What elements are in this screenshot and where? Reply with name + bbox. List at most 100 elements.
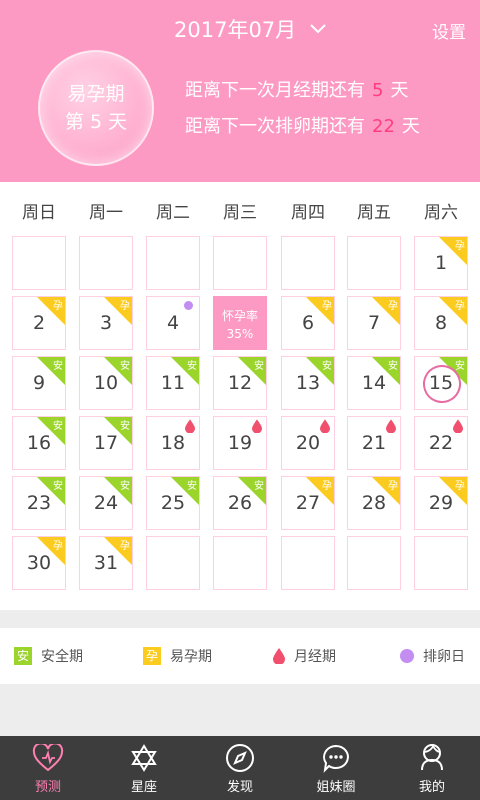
day-number: 19 [227,432,253,454]
next-period-days: 5 [372,80,384,101]
corner-mark-label: 安 [455,361,465,372]
day-cell[interactable]: 1孕 [414,236,468,290]
day-cell[interactable]: 29 孕 [414,476,468,530]
day-cell[interactable]: 7孕 [347,296,401,350]
corner-mark-label: 安 [53,361,63,372]
tab-label: 我的 [418,780,445,795]
corner-mark-label: 安 [120,361,130,372]
day-cell[interactable]: 23 安 [12,476,66,530]
weekday-label: 周四 [291,203,325,223]
tab-label: 预测 [34,780,61,795]
star-of-david-icon [131,744,157,772]
legend-fertile-label: 易孕期 [170,649,212,665]
legend-fertile-box: 孕 [143,647,161,665]
day-cell[interactable]: 31 孕 [79,536,133,590]
next-ovulation-days: 22 [372,116,395,137]
day-cell[interactable]: 9安 [12,356,66,410]
empty-day-cell [281,536,335,590]
corner-mark-label: 孕 [388,301,398,312]
legend-fertile: 孕 易孕期 [143,646,212,666]
corner-mark-label: 孕 [388,481,398,492]
corner-mark-label: 安 [187,481,197,492]
compass-icon [226,744,254,772]
next-period-suffix: 天 [390,80,409,101]
day-cell[interactable]: 28 孕 [347,476,401,530]
empty-day-cell [414,536,468,590]
day-cell[interactable]: 14 安 [347,356,401,410]
tab-predict[interactable]: 预测 [0,736,96,800]
weekday-label: 周三 [223,203,257,223]
weekday-label: 周五 [357,203,391,223]
day-cell[interactable]: 21 [347,416,401,470]
day-number: 20 [295,432,321,454]
weekday-label: 周六 [424,203,458,223]
blood-drop-icon [252,419,262,433]
legend: 安 安全期 孕 易孕期 月经期 排卵日 [0,628,480,684]
tab-discover[interactable]: 发现 [192,736,288,800]
day-number: 4 [166,312,180,334]
day-cell[interactable]: 15 安 [414,356,468,410]
tab-sisters[interactable]: 姐妹圈 [288,736,384,800]
empty-day-cell [347,236,401,290]
day-cell[interactable]: 怀孕率 35% [213,296,267,350]
day-number: 18 [160,432,186,454]
tab-label: 星座 [130,780,157,795]
empty-day-cell [146,536,200,590]
day-cell[interactable]: 16 安 [12,416,66,470]
day-cell[interactable]: 11 安 [146,356,200,410]
blood-drop-icon [273,648,285,664]
settings-button[interactable]: 设置 [432,18,466,43]
day-cell[interactable]: 24 安 [79,476,133,530]
tab-me[interactable]: 我的 [384,736,480,800]
corner-mark-label: 安 [388,361,398,372]
day-cell[interactable]: 2孕 [12,296,66,350]
day-cell[interactable]: 4 [146,296,200,350]
day-cell[interactable]: 13 安 [281,356,335,410]
corner-mark-label: 孕 [120,541,130,552]
corner-mark-label: 安 [254,361,264,372]
legend-period-label: 月经期 [294,649,336,665]
corner-mark-label: 孕 [120,301,130,312]
day-cell[interactable]: 22 [414,416,468,470]
day-cell[interactable]: 20 [281,416,335,470]
empty-day-cell [347,536,401,590]
day-cell[interactable]: 3孕 [79,296,133,350]
day-number: 22 [428,432,454,454]
day-cell[interactable]: 30 孕 [12,536,66,590]
weekday-label: 周二 [156,203,190,223]
empty-day-cell [146,236,200,290]
blood-drop-icon [320,419,330,433]
day-cell[interactable]: 6孕 [281,296,335,350]
blood-drop-icon [453,419,463,433]
calendar: 周日 周一 周二 周三 周四 周五 周六 1 孕 2 孕 3 孕 4 怀孕率 35% 6 孕 7 孕 8 孕 9 安 10 安 1… [0,182,480,610]
day-cell[interactable]: 19 [213,416,267,470]
next-ovulation-info: 距离下一次排卵期还有 22 天 [185,112,420,138]
next-ovulation-suffix: 天 [401,116,420,137]
empty-day-cell [281,236,335,290]
legend-safe-box: 安 [14,647,32,665]
corner-mark-label: 安 [120,421,130,432]
day-cell[interactable]: 12 安 [213,356,267,410]
day-cell[interactable]: 25 安 [146,476,200,530]
phase-name: 易孕期 [67,83,125,105]
ovulation-dot-icon [184,301,193,310]
corner-mark-label: 安 [53,421,63,432]
tab-horoscope[interactable]: 星座 [96,736,192,800]
day-cell[interactable]: 17 安 [79,416,133,470]
month-selector[interactable]: 2017年07月 [174,14,326,44]
day-cell[interactable]: 8孕 [414,296,468,350]
day-cell[interactable]: 26 安 [213,476,267,530]
tab-bar: 预测 星座 发现 姐妹圈 我的 [0,736,480,800]
next-period-prefix: 距离下一次月经期还有 [185,80,365,101]
day-cell[interactable]: 10 安 [79,356,133,410]
corner-mark-label: 孕 [455,241,465,252]
tab-label: 发现 [226,780,253,795]
corner-mark-label: 孕 [322,481,332,492]
day-cell[interactable]: 27 孕 [281,476,335,530]
day-cell[interactable]: 18 [146,416,200,470]
legend-period: 月经期 [273,646,336,666]
day-number: 21 [361,432,387,454]
ovulation-dot-icon [400,649,414,663]
corner-mark-label: 孕 [322,301,332,312]
blood-drop-icon [185,419,195,433]
